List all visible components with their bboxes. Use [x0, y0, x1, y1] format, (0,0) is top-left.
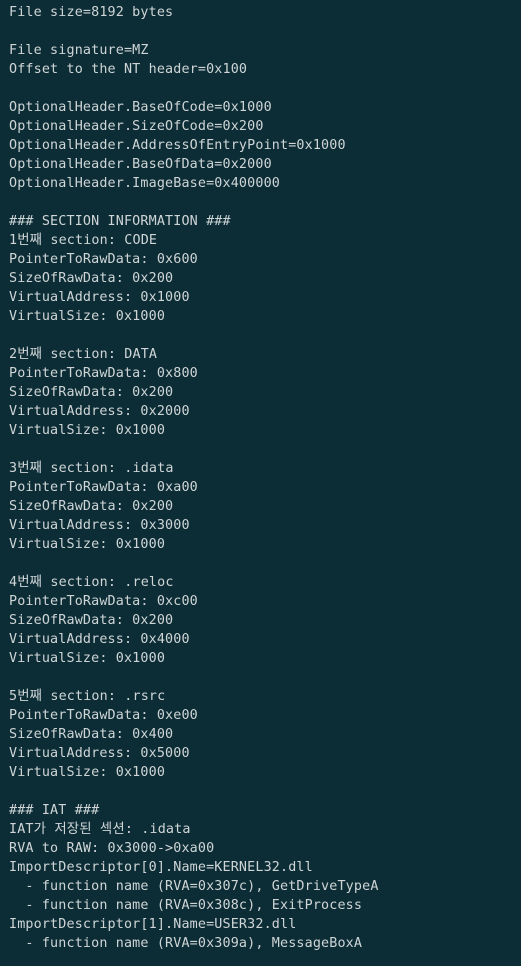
terminal-line: Offset to the NT header=0x100: [9, 62, 248, 77]
terminal-line: OptionalHeader.BaseOfCode=0x1000: [9, 100, 272, 115]
terminal-line: 1번째 section: CODE: [9, 233, 158, 248]
terminal-line: VirtualAddress: 0x3000: [9, 518, 190, 533]
terminal-line: SizeOfRawData: 0x400: [9, 727, 174, 742]
terminal-line: VirtualSize: 0x1000: [9, 423, 166, 438]
terminal-line: SizeOfRawData: 0x200: [9, 385, 174, 400]
terminal-line: ImportDescriptor[1].Name=USER32.dll: [9, 917, 297, 932]
terminal-line: SizeOfRawData: 0x200: [9, 271, 174, 286]
terminal-line: VirtualSize: 0x1000: [9, 651, 166, 666]
terminal-line: PointerToRawData: 0xc00: [9, 594, 198, 609]
terminal-line: PointerToRawData: 0xa00: [9, 480, 198, 495]
terminal-line: PointerToRawData: 0xe00: [9, 708, 198, 723]
terminal-output[interactable]: File size=8192 bytes File signature=MZ Off…: [0, 0, 521, 966]
terminal-line: PointerToRawData: 0x600: [9, 252, 198, 267]
terminal-line: VirtualAddress: 0x4000: [9, 632, 190, 647]
terminal-line: VirtualSize: 0x1000: [9, 765, 166, 780]
terminal-line: - function name (RVA=0x307c), GetDriveTy…: [9, 879, 379, 894]
terminal-line: OptionalHeader.SizeOfCode=0x200: [9, 119, 264, 134]
terminal-line: ### IAT ###: [9, 803, 100, 818]
terminal-line: File size=8192 bytes: [9, 5, 174, 20]
terminal-line: VirtualAddress: 0x5000: [9, 746, 190, 761]
terminal-line: IAT가 저장된 섹션: .idata: [9, 822, 191, 837]
terminal-line: VirtualAddress: 0x2000: [9, 404, 190, 419]
terminal-line: - function name (RVA=0x309a), MessageBox…: [9, 936, 363, 951]
terminal-line: VirtualAddress: 0x1000: [9, 290, 190, 305]
terminal-line: ImportDescriptor[0].Name=KERNEL32.dll: [9, 860, 313, 875]
terminal-line: File signature=MZ: [9, 43, 149, 58]
terminal-line: 2번째 section: DATA: [9, 347, 158, 362]
terminal-line: ### SECTION INFORMATION ###: [9, 214, 231, 229]
terminal-line: OptionalHeader.ImageBase=0x400000: [9, 176, 280, 191]
terminal-line: OptionalHeader.AddressOfEntryPoint=0x100…: [9, 138, 346, 153]
terminal-line: OptionalHeader.BaseOfData=0x2000: [9, 157, 272, 172]
terminal-line: RVA to RAW: 0x3000->0xa00: [9, 841, 215, 856]
terminal-line: SizeOfRawData: 0x200: [9, 613, 174, 628]
terminal-line: 4번째 section: .reloc: [9, 575, 174, 590]
terminal-line: PointerToRawData: 0x800: [9, 366, 198, 381]
terminal-line: VirtualSize: 0x1000: [9, 309, 166, 324]
terminal-line: SizeOfRawData: 0x200: [9, 499, 174, 514]
terminal-line: - function name (RVA=0x308c), ExitProces…: [9, 898, 363, 913]
terminal-line: VirtualSize: 0x1000: [9, 537, 166, 552]
terminal-line: 5번째 section: .rsrc: [9, 689, 166, 704]
terminal-line: 3번째 section: .idata: [9, 461, 174, 476]
